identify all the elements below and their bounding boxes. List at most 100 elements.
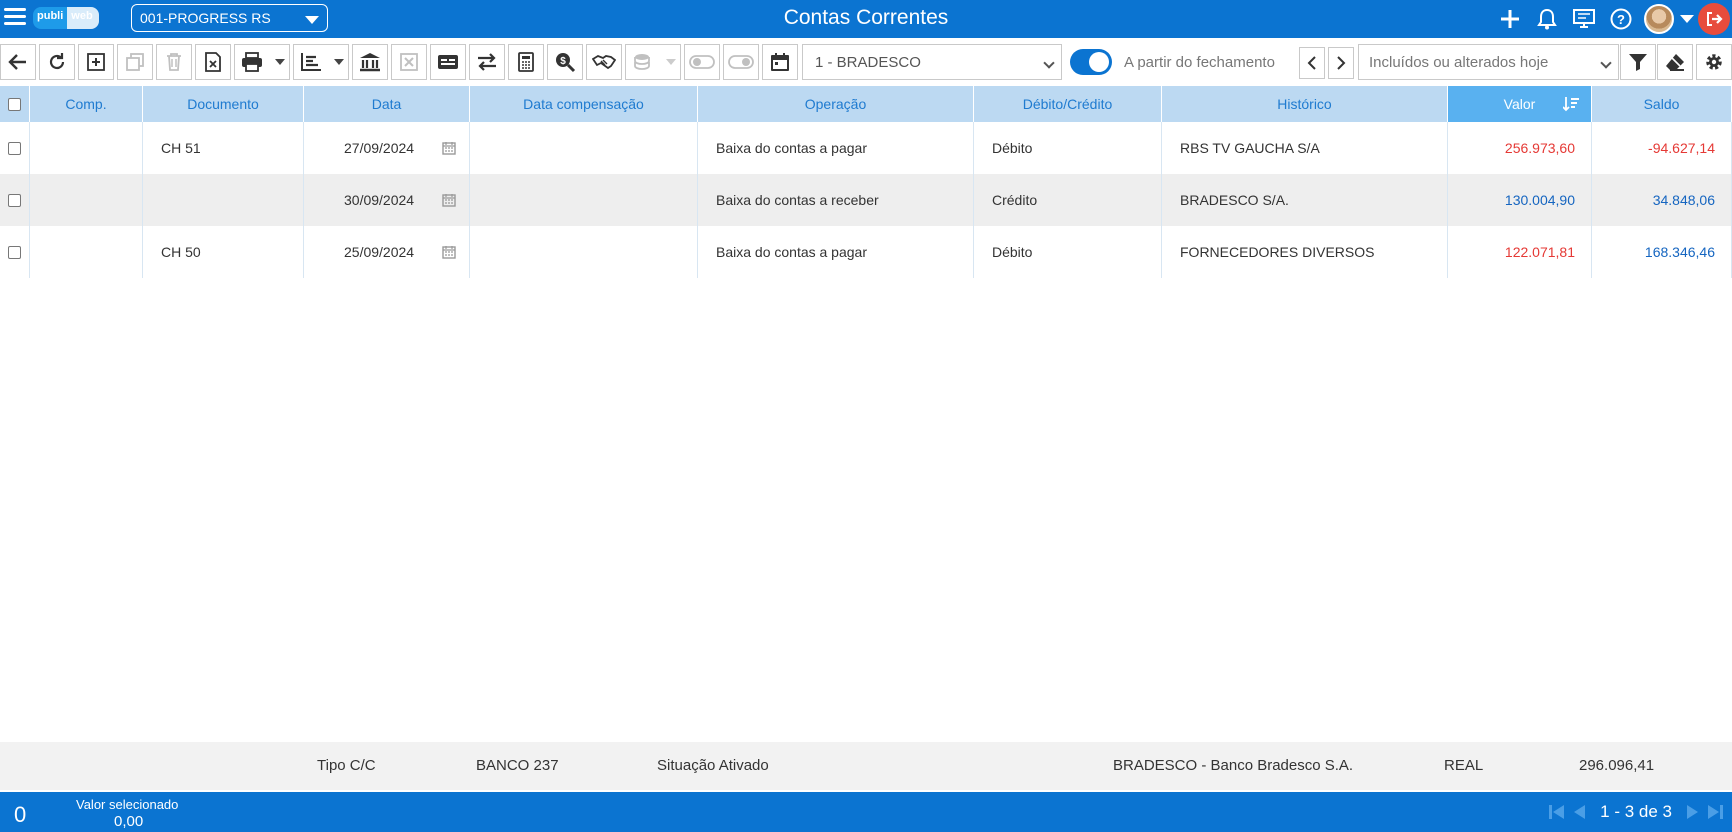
cell-saldo-text: 34.848,06 bbox=[1652, 192, 1715, 208]
column-header-debito-credito[interactable]: Débito/Crédito bbox=[974, 86, 1162, 122]
cell-data-comp bbox=[470, 122, 698, 174]
new-button[interactable] bbox=[78, 44, 114, 80]
calendar-button[interactable] bbox=[762, 44, 798, 80]
closing-toggle-label: A partir do fechamento bbox=[1124, 54, 1275, 71]
select-all-checkbox[interactable] bbox=[8, 97, 21, 111]
help-icon[interactable]: ? bbox=[1602, 0, 1639, 38]
cell-saldo: -94.627,14 bbox=[1592, 122, 1732, 174]
calendar-icon[interactable] bbox=[442, 141, 456, 155]
column-header-comp[interactable]: Comp. bbox=[30, 86, 143, 122]
table-row[interactable]: 30/09/2024 Baixa do contas a receber Crédi… bbox=[0, 174, 1732, 226]
column-header-data[interactable]: Data bbox=[304, 86, 470, 122]
cell-valor: 122.071,81 bbox=[1448, 226, 1592, 278]
transfer-button[interactable] bbox=[469, 44, 505, 80]
next-page-icon bbox=[1687, 805, 1698, 819]
column-header-data-compensacao[interactable]: Data compensação bbox=[470, 86, 698, 122]
cell-operacao: Baixa do contas a pagar bbox=[698, 122, 974, 174]
search-value-button[interactable]: $ bbox=[547, 44, 583, 80]
publiweb-logo[interactable]: publi web bbox=[33, 7, 99, 29]
selected-value-label: Valor selecionado bbox=[76, 797, 179, 812]
column-header-valor[interactable]: Valor bbox=[1448, 86, 1592, 122]
selected-count: 0 bbox=[14, 802, 27, 827]
table-row[interactable]: CH 51 27/09/2024 Baixa do contas a pagar Dé… bbox=[0, 122, 1732, 174]
user-avatar[interactable] bbox=[1639, 0, 1679, 38]
first-page-button[interactable] bbox=[1546, 803, 1568, 821]
cell-saldo: 34.848,06 bbox=[1592, 174, 1732, 226]
row-checkbox[interactable] bbox=[8, 193, 21, 207]
next-period-button[interactable] bbox=[1328, 47, 1354, 79]
cell-comp bbox=[30, 174, 143, 226]
column-header-saldo[interactable]: Saldo bbox=[1592, 86, 1732, 122]
cell-dc: Débito bbox=[974, 122, 1162, 174]
cell-saldo-text: 168.346,46 bbox=[1644, 244, 1715, 260]
cell-historico-text: RBS TV GAUCHA S/A bbox=[1180, 140, 1320, 156]
filter-button[interactable] bbox=[1620, 44, 1656, 80]
export-excel-button[interactable] bbox=[195, 44, 231, 80]
refresh-icon bbox=[49, 53, 65, 70]
chevron-down-icon bbox=[1043, 57, 1055, 69]
clear-filter-button[interactable] bbox=[1657, 44, 1693, 80]
reports-button[interactable] bbox=[293, 44, 349, 80]
calendar-icon[interactable] bbox=[442, 245, 456, 259]
bank-icon bbox=[360, 53, 380, 72]
cell-data-text: 27/09/2024 bbox=[344, 140, 415, 156]
bank-code: BANCO 237 bbox=[476, 757, 559, 774]
pagination: 1 - 3 de 3 bbox=[1546, 792, 1732, 832]
cancel-button[interactable] bbox=[391, 44, 427, 80]
calculator-button[interactable] bbox=[508, 44, 544, 80]
refresh-button[interactable] bbox=[39, 44, 75, 80]
closing-toggle[interactable] bbox=[1070, 49, 1112, 75]
avatar bbox=[1644, 4, 1674, 34]
id-card-icon bbox=[438, 55, 458, 69]
bank-select[interactable]: 1 - BRADESCO bbox=[802, 44, 1062, 80]
cell-data-text: 25/09/2024 bbox=[344, 244, 415, 260]
cell-historico: RBS TV GAUCHA S/A bbox=[1162, 122, 1448, 174]
selected-value: 0,00 bbox=[114, 813, 144, 830]
next-page-button[interactable] bbox=[1682, 803, 1704, 821]
search-dollar-icon: $ bbox=[556, 53, 576, 73]
monitor-icon[interactable] bbox=[1565, 0, 1602, 38]
page-info: 1 - 3 de 3 bbox=[1600, 802, 1672, 821]
toggle-on-button[interactable] bbox=[723, 44, 759, 80]
row-checkbox[interactable] bbox=[8, 141, 21, 155]
prev-period-button[interactable] bbox=[1299, 47, 1325, 79]
cell-data-comp bbox=[470, 226, 698, 278]
card-button[interactable] bbox=[430, 44, 466, 80]
status-bar: 0 Valor selecionado 0,00 1 - 3 de 3 bbox=[0, 792, 1732, 832]
cell-operacao: Baixa do contas a receber bbox=[698, 174, 974, 226]
table-row[interactable]: CH 50 25/09/2024 Baixa do contas a pagar Dé… bbox=[0, 226, 1732, 278]
cell-operacao-text: Baixa do contas a pagar bbox=[716, 140, 867, 156]
logout-button[interactable] bbox=[1695, 0, 1732, 38]
print-button[interactable] bbox=[234, 44, 290, 80]
duplicate-button[interactable] bbox=[117, 44, 153, 80]
last-page-button[interactable] bbox=[1704, 803, 1726, 821]
settings-button[interactable] bbox=[1696, 44, 1732, 80]
toggle-off-button[interactable] bbox=[684, 44, 720, 80]
calendar-icon[interactable] bbox=[442, 193, 456, 207]
user-menu-caret[interactable] bbox=[1679, 0, 1695, 38]
column-header-operacao[interactable]: Operação bbox=[698, 86, 974, 122]
bank-select-value: 1 - BRADESCO bbox=[815, 54, 921, 71]
delete-button[interactable] bbox=[156, 44, 192, 80]
coins-button[interactable] bbox=[625, 44, 681, 80]
bell-icon[interactable] bbox=[1528, 0, 1565, 38]
account-type: Tipo C/C bbox=[317, 757, 376, 774]
prev-page-button[interactable] bbox=[1568, 803, 1590, 821]
row-select-cell bbox=[0, 122, 30, 174]
filter-select[interactable]: Incluídos ou alterados hoje bbox=[1358, 44, 1619, 80]
column-header-documento[interactable]: Documento bbox=[143, 86, 304, 122]
column-header-historico[interactable]: Histórico bbox=[1162, 86, 1448, 122]
handshake-button[interactable] bbox=[586, 44, 622, 80]
trash-icon bbox=[167, 53, 181, 71]
add-icon[interactable] bbox=[1491, 0, 1528, 38]
back-button[interactable] bbox=[0, 44, 36, 80]
menu-icon[interactable] bbox=[4, 8, 26, 28]
gear-icon bbox=[1706, 54, 1722, 70]
bank-button[interactable] bbox=[352, 44, 388, 80]
row-checkbox[interactable] bbox=[8, 245, 21, 259]
coins-icon bbox=[634, 54, 650, 70]
last-page-icon bbox=[1708, 805, 1723, 819]
company-select[interactable]: 001-PROGRESS RS bbox=[131, 4, 328, 32]
toggle-on-icon bbox=[728, 55, 754, 69]
svg-text:?: ? bbox=[1617, 12, 1625, 27]
